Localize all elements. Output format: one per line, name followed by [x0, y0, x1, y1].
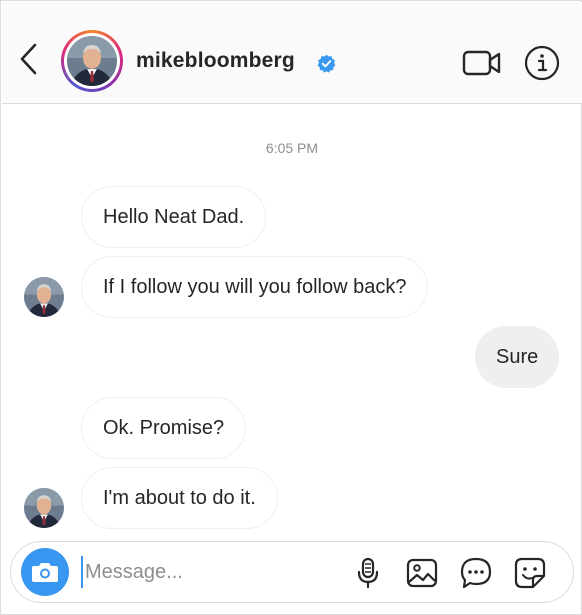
sticker-button[interactable] [513, 556, 547, 590]
camera-button[interactable] [21, 548, 69, 596]
chat-bubble-icon [460, 557, 492, 589]
thread-header: mikebloomberg [2, 2, 582, 104]
chevron-left-icon [20, 43, 37, 75]
outgoing-message[interactable]: Sure [475, 326, 560, 388]
image-icon [406, 558, 438, 588]
message-composer [10, 541, 574, 603]
quick-reply-button[interactable] [459, 556, 493, 590]
message-input[interactable] [81, 556, 331, 588]
incoming-message[interactable]: If I follow you will you follow back? [81, 256, 429, 318]
gallery-button[interactable] [405, 556, 439, 590]
message-timestamp: 6:05 PM [265, 140, 319, 156]
video-camera-icon [462, 50, 501, 76]
thread-username[interactable]: mikebloomberg [136, 49, 295, 73]
incoming-message[interactable]: Hello Neat Dad. [81, 186, 267, 248]
camera-icon [32, 563, 58, 582]
dm-thread-window: mikebloomberg 6:05 PM Hello Neat Dad. If… [0, 0, 582, 615]
verified-badge-icon [317, 54, 336, 73]
info-button[interactable] [524, 45, 560, 81]
avatar-photo [24, 277, 64, 317]
sender-avatar[interactable] [24, 277, 64, 317]
video-call-button[interactable] [462, 48, 502, 78]
microphone-icon [357, 557, 379, 589]
voice-message-button[interactable] [351, 556, 385, 590]
incoming-message[interactable]: Ok. Promise? [81, 397, 247, 459]
back-button[interactable] [16, 42, 42, 76]
sender-avatar[interactable] [24, 488, 64, 528]
incoming-message[interactable]: I'm about to do it. [81, 467, 278, 529]
sticker-icon [514, 557, 546, 589]
avatar-photo [67, 36, 117, 86]
profile-avatar[interactable] [61, 30, 123, 92]
info-icon [524, 45, 560, 81]
avatar-photo [24, 488, 64, 528]
